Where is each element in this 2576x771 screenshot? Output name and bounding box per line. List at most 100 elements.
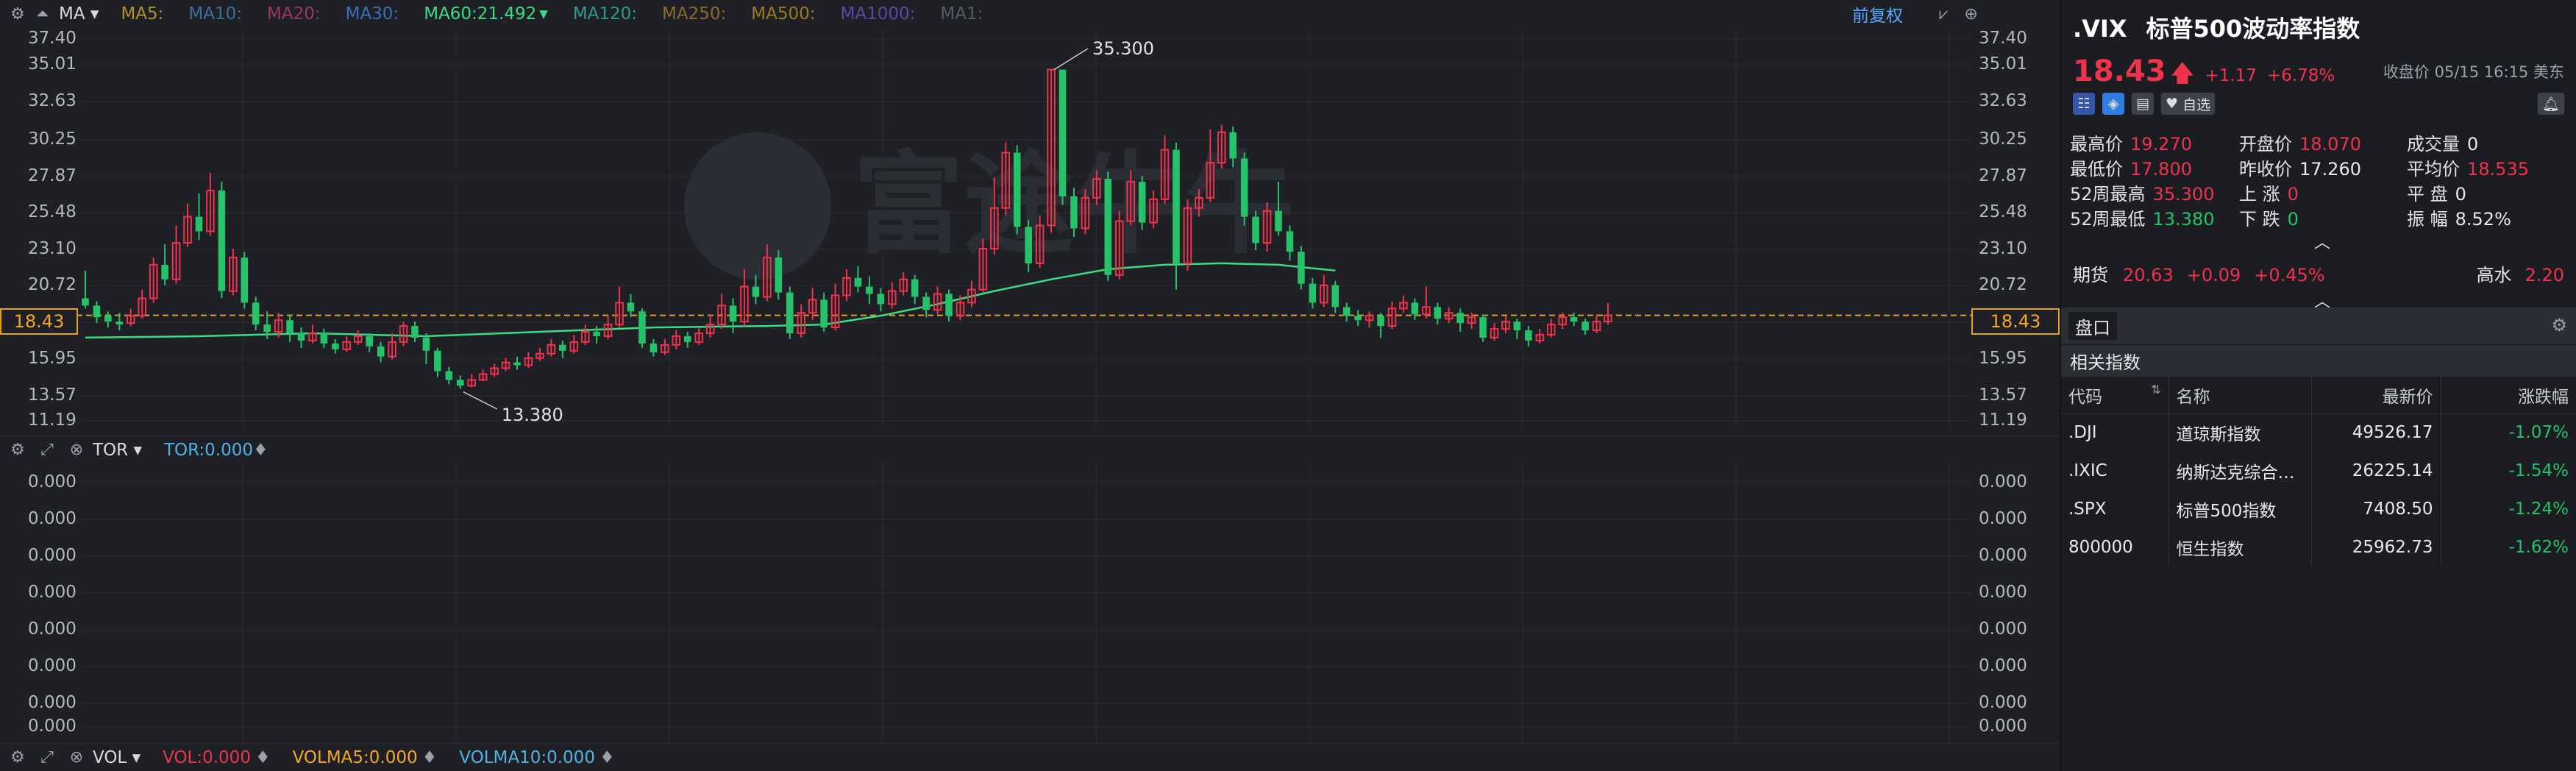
watermark-logo xyxy=(684,132,831,280)
candlestick-chart[interactable]: 富途牛牛35.30013.380 xyxy=(0,0,2060,436)
futures-row[interactable]: 期货 20.63 +0.09 +0.45% 高水 2.20 xyxy=(2061,250,2576,290)
candle-body xyxy=(1013,152,1021,227)
table-row[interactable]: .DJI 道琼斯指数 49526.17 -1.07% xyxy=(2061,413,2576,452)
tag-icon[interactable]: ◈ xyxy=(2102,93,2124,115)
price-row: 18.43 🡅 +1.17 +6.78% xyxy=(2073,54,2345,96)
table-row[interactable]: .IXIC 纳斯达克综合… 26225.14 -1.54% xyxy=(2061,452,2576,490)
tab-pankou[interactable]: 盘口 xyxy=(2068,312,2117,340)
candle-body xyxy=(650,343,658,352)
candle-body xyxy=(1138,182,1146,223)
candle-body xyxy=(1275,210,1282,232)
vol-value: VOL:0.000 xyxy=(163,747,251,767)
candle-body xyxy=(683,335,691,342)
row-pct: -1.54% xyxy=(2508,461,2569,480)
candle-body xyxy=(513,362,521,366)
table-row[interactable]: 800000 恒生指数 25962.73 -1.62% xyxy=(2061,528,2576,566)
last-price: 18.43 xyxy=(2073,54,2166,88)
stat-open: 开盘价 18.070 xyxy=(2239,134,2361,154)
close-icon[interactable]: ⊗ xyxy=(68,748,85,767)
sort-icon[interactable]: ⇅ xyxy=(2151,383,2160,397)
note-icon[interactable]: ▤ xyxy=(2132,93,2154,115)
candle-body xyxy=(1240,158,1248,217)
tor-tick-label: 0.000 xyxy=(28,693,77,712)
watchlist-button[interactable]: ♥ 自选 xyxy=(2161,93,2216,115)
candle-body xyxy=(195,216,203,232)
col-code[interactable]: 代码 ⇅ xyxy=(2061,377,2169,414)
gear-icon[interactable]: ⚙ xyxy=(9,441,26,459)
tor-tick-label: 0.000 xyxy=(28,472,77,491)
futures-label: 期货 xyxy=(2073,265,2108,285)
candle-body xyxy=(820,299,828,328)
quote-time: 收盘价 05/15 16:15 美东 xyxy=(2383,63,2564,81)
candle-body xyxy=(1411,302,1419,315)
price-tick-label: 23.10 xyxy=(1979,239,2027,258)
low-annotation: 13.380 xyxy=(502,405,563,425)
expand-icon[interactable]: ⤢ xyxy=(38,748,56,767)
candle-body xyxy=(854,277,862,287)
candle-body xyxy=(263,324,271,333)
close-icon[interactable]: ⊗ xyxy=(68,441,85,459)
arrow-up-icon: 🡅 xyxy=(2170,59,2195,87)
candle-body xyxy=(786,292,794,333)
table-row[interactable]: .SPX 标普500指数 7408.50 -1.24% xyxy=(2061,490,2576,528)
price-tick-label: 13.57 xyxy=(1979,386,2027,405)
chevron-down-icon: ▾ xyxy=(133,440,142,460)
index-name: 标普500波动率指数 xyxy=(2146,15,2360,43)
candle-body xyxy=(1377,316,1384,327)
stat-volume: 成交量 0 xyxy=(2407,134,2479,154)
tor-tick-label: 0.000 xyxy=(1979,472,2027,491)
vol-indicator-select[interactable]: VOL ▾ xyxy=(93,748,140,767)
col-pct[interactable]: 涨跌幅 xyxy=(2441,377,2576,414)
price-tick-label: 15.95 xyxy=(1979,349,2027,368)
row-price: 49526.17 xyxy=(2311,413,2441,452)
price-tick-label: 30.25 xyxy=(1979,129,2027,149)
candle-body xyxy=(1342,307,1351,316)
row-name: 恒生指数 xyxy=(2168,528,2312,566)
candle-body xyxy=(252,302,260,325)
gear-icon[interactable]: ⚙ xyxy=(2551,315,2567,335)
candle-body xyxy=(104,316,112,322)
low-annotation-line xyxy=(463,391,498,410)
volma5-value: VOLMA5:0.000 xyxy=(292,747,418,767)
tor-tick-label: 0.000 xyxy=(1979,546,2027,565)
tor-tick-label: 0.000 xyxy=(28,619,77,639)
price-tick-label: 15.95 xyxy=(28,349,77,368)
candle-body xyxy=(1581,321,1589,331)
candle-body xyxy=(1331,285,1339,308)
tor-indicator-select[interactable]: TOR ▾ xyxy=(93,441,142,460)
high-annotation-line xyxy=(1053,48,1089,71)
tor-tick-label: 0.000 xyxy=(28,509,77,528)
premium-value: 2.20 xyxy=(2525,265,2564,285)
candle-body xyxy=(115,321,124,325)
candle-body xyxy=(1479,317,1487,338)
stat-prev-close: 昨收价 17.260 xyxy=(2239,159,2361,180)
col-name[interactable]: 名称 xyxy=(2168,377,2312,414)
tor-tick-label: 0.000 xyxy=(1979,509,2027,528)
expand-icon[interactable]: ⤢ xyxy=(38,441,56,459)
stat-flat: 平 盘0 xyxy=(2407,184,2466,205)
chart-area[interactable]: ⚙ ⏶ MA ▾ MA5: MA10: MA20: MA30: MA60:21.492 ▾… xyxy=(0,0,2060,771)
candle-body xyxy=(1570,317,1578,322)
candle-body xyxy=(377,346,385,357)
futures-change-pct: +0.45% xyxy=(2254,265,2325,285)
tor-panel[interactable] xyxy=(0,463,2060,743)
candle-body xyxy=(1070,196,1078,229)
bell-icon[interactable]: 🔔︎ xyxy=(2537,93,2564,115)
symbol: .VIX xyxy=(2073,15,2127,43)
candle-body xyxy=(218,190,226,291)
candle-body xyxy=(1434,307,1442,319)
price-change: +1.17 xyxy=(2205,66,2257,85)
candle-body xyxy=(775,257,783,293)
candle-body xyxy=(1173,149,1180,263)
candle-body xyxy=(1252,216,1259,244)
candle-body xyxy=(445,371,453,380)
title-row: .VIX 标普500波动率指数 xyxy=(2073,10,2379,44)
candle-body xyxy=(911,279,919,297)
row-code: .DJI xyxy=(2061,413,2169,452)
pankou-bar: 盘口 ⚙ xyxy=(2061,308,2576,344)
tor-tick-label: 0.000 xyxy=(1979,583,2027,602)
col-price[interactable]: 最新价 xyxy=(2311,377,2441,414)
price-tick-label: 23.10 xyxy=(28,239,77,258)
gear-icon[interactable]: ⚙ xyxy=(9,748,26,767)
row-code: .IXIC xyxy=(2061,452,2169,490)
